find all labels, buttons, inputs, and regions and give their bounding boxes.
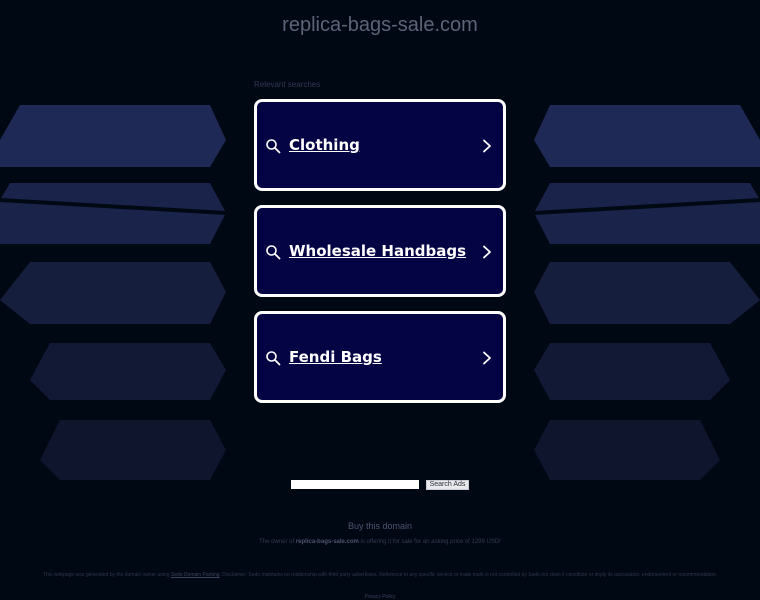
- buy-domain-link[interactable]: Buy this domain: [0, 521, 760, 531]
- magnifier-icon: [266, 139, 281, 154]
- chevron-right-icon: [483, 139, 491, 153]
- search-card-label[interactable]: Wholesale Handbags: [289, 242, 466, 260]
- search-input[interactable]: [291, 480, 419, 489]
- search-card-fendi-bags[interactable]: Fendi Bags: [254, 311, 506, 403]
- chevron-right-icon: [483, 245, 491, 259]
- disclaimer-prefix: This webpage was generated by the domain…: [43, 572, 170, 578]
- magnifier-icon: [266, 245, 281, 260]
- background-decoration: [0, 105, 760, 480]
- search-card-label[interactable]: Clothing: [289, 136, 360, 154]
- privacy-policy-link[interactable]: Privacy Policy: [0, 594, 760, 600]
- magnifier-icon: [266, 351, 281, 366]
- owner-suffix: is offering it for sale for an asking pr…: [360, 539, 501, 545]
- search-card-label[interactable]: Fendi Bags: [289, 348, 382, 366]
- owner-domain: replica-bags-sale.com: [295, 539, 359, 545]
- domain-title: replica-bags-sale.com: [282, 14, 478, 36]
- relevant-searches-label: Relevant searches: [254, 80, 321, 89]
- owner-sale-text: The owner of replica-bags-sale.com is of…: [0, 539, 760, 545]
- chevron-right-icon: [483, 351, 491, 365]
- disclaimer-suffix: . Disclaimer: Sedo maintains no relation…: [219, 572, 717, 578]
- search-card-wholesale-handbags[interactable]: Wholesale Handbags: [254, 205, 506, 297]
- owner-prefix: The owner of: [259, 539, 295, 545]
- search-ads-button[interactable]: Search Ads: [426, 480, 469, 490]
- disclaimer-text: This webpage was generated by the domain…: [40, 572, 720, 578]
- search-card-clothing[interactable]: Clothing: [254, 99, 506, 191]
- sedo-parking-link[interactable]: Sedo Domain Parking: [171, 572, 220, 578]
